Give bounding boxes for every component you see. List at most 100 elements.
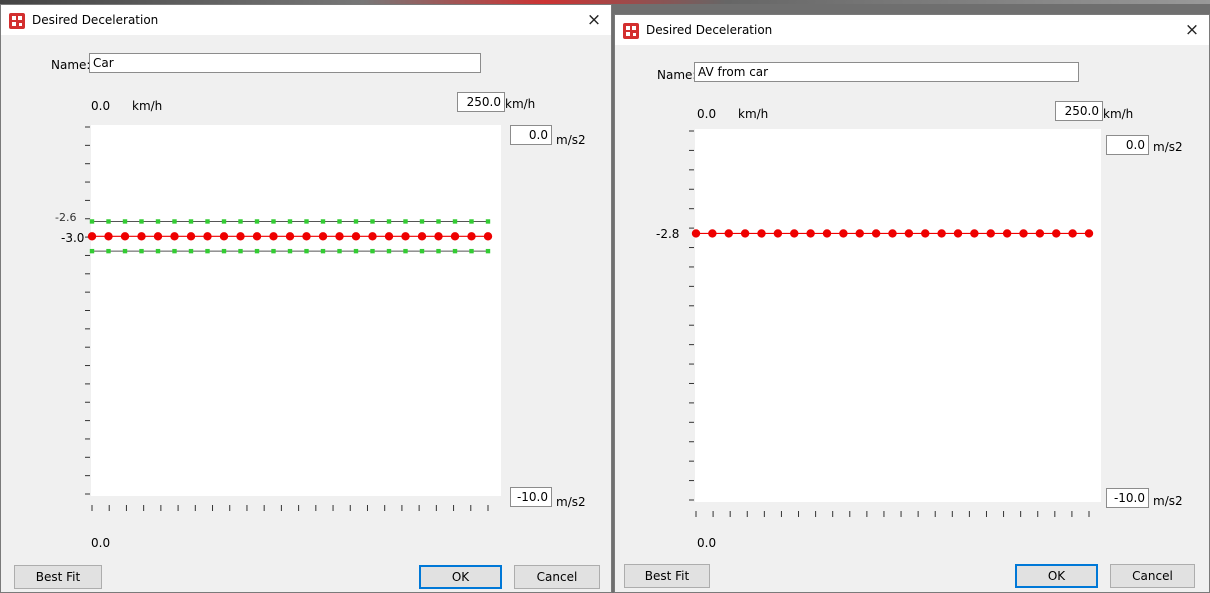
ok-button[interactable]: OK [1015, 564, 1098, 588]
cancel-button[interactable]: Cancel [514, 565, 600, 589]
name-input[interactable] [89, 53, 481, 73]
desired-deceleration-dialog-car: Desired Deceleration × Name: 0.0 km/h km… [0, 4, 612, 593]
bound-point [221, 248, 227, 254]
bound-point [304, 219, 309, 224]
data-point [1068, 229, 1077, 238]
data-point [153, 232, 163, 241]
bound-point [469, 219, 474, 224]
bound-point [337, 219, 342, 224]
bound-point [353, 248, 359, 254]
data-point [773, 229, 783, 238]
bound-point [287, 248, 293, 254]
bound-point [122, 219, 128, 224]
cancel-button[interactable]: Cancel [1110, 564, 1195, 588]
data-point [368, 232, 377, 241]
name-label: Name: [51, 58, 91, 72]
data-point [757, 229, 766, 238]
data-point [269, 232, 278, 241]
app-icon [623, 23, 639, 39]
x-axis-bottom-label: 0.0 [697, 536, 717, 550]
data-point [1084, 229, 1094, 238]
deceleration-chart[interactable] [675, 125, 1125, 525]
bound-point [238, 248, 243, 254]
desired-deceleration-dialog-av: Desired Deceleration × Name: 0.0 km/h km… [614, 14, 1210, 593]
data-point [137, 232, 146, 241]
data-point [921, 229, 930, 238]
y-axis-label-main: -2.8 [656, 227, 680, 241]
bound-point [403, 248, 408, 254]
x-min-label: 0.0 [91, 99, 111, 113]
bound-point [485, 219, 491, 224]
data-point [937, 229, 946, 238]
data-point [691, 229, 701, 238]
bound-point [386, 219, 392, 224]
bound-point [386, 248, 392, 254]
ok-button[interactable]: OK [419, 565, 502, 589]
bound-point [89, 219, 95, 224]
data-point [302, 232, 311, 241]
data-point [855, 229, 864, 238]
best-fit-button[interactable]: Best Fit [624, 564, 710, 588]
data-point [467, 232, 476, 241]
bound-point [155, 219, 161, 224]
bound-point [452, 248, 458, 254]
bound-point [188, 248, 194, 254]
y-axis-label-upper: -2.6 [55, 213, 77, 221]
data-point [219, 232, 229, 241]
y-min-input[interactable] [510, 487, 552, 507]
bound-point [271, 248, 276, 254]
bound-point [271, 219, 276, 224]
dialog-title: Desired Deceleration [32, 13, 159, 27]
data-point [904, 229, 914, 238]
plot-area [91, 125, 501, 496]
y-max-input[interactable] [510, 125, 552, 145]
data-point [384, 232, 394, 241]
bound-point [304, 248, 309, 254]
best-fit-button[interactable]: Best Fit [14, 565, 102, 589]
data-point [888, 229, 897, 238]
name-input[interactable] [694, 62, 1079, 82]
bound-point [122, 248, 128, 254]
app-icon [9, 13, 25, 29]
name-label: Name: [657, 68, 697, 82]
data-point [1002, 229, 1012, 238]
bound-point [106, 219, 111, 224]
x-min-label: 0.0 [697, 107, 717, 121]
close-icon[interactable]: × [583, 9, 605, 31]
bound-point [436, 248, 441, 254]
bound-point [337, 248, 342, 254]
bound-point [205, 219, 210, 224]
data-point [986, 229, 995, 238]
bound-point [254, 219, 260, 224]
x-unit-label: km/h [132, 99, 163, 113]
data-point [822, 229, 832, 238]
y-min-unit: m/s2 [1153, 494, 1183, 508]
bound-point [353, 219, 359, 224]
data-point [1019, 229, 1028, 238]
data-point [120, 232, 130, 241]
data-point [104, 232, 113, 241]
data-point [483, 232, 493, 241]
data-point [724, 229, 733, 238]
bound-point [139, 219, 144, 224]
data-point [1035, 229, 1045, 238]
bound-point [485, 248, 491, 254]
x-max-input[interactable] [457, 92, 505, 112]
close-icon[interactable]: × [1181, 19, 1203, 41]
deceleration-chart[interactable] [61, 119, 511, 519]
y-min-input[interactable] [1106, 488, 1149, 508]
data-point [401, 232, 410, 241]
data-point [285, 232, 295, 241]
data-point [806, 229, 815, 238]
data-point [87, 232, 97, 241]
x-max-input[interactable] [1055, 101, 1103, 121]
data-point [839, 229, 848, 238]
y-max-unit: m/s2 [1153, 140, 1183, 154]
data-point [1052, 229, 1061, 238]
bound-point [403, 219, 408, 224]
title-bar: Desired Deceleration × [1, 5, 611, 35]
bound-point [254, 248, 260, 254]
bound-point [139, 248, 144, 254]
bound-point [370, 248, 375, 254]
data-point [450, 232, 460, 241]
